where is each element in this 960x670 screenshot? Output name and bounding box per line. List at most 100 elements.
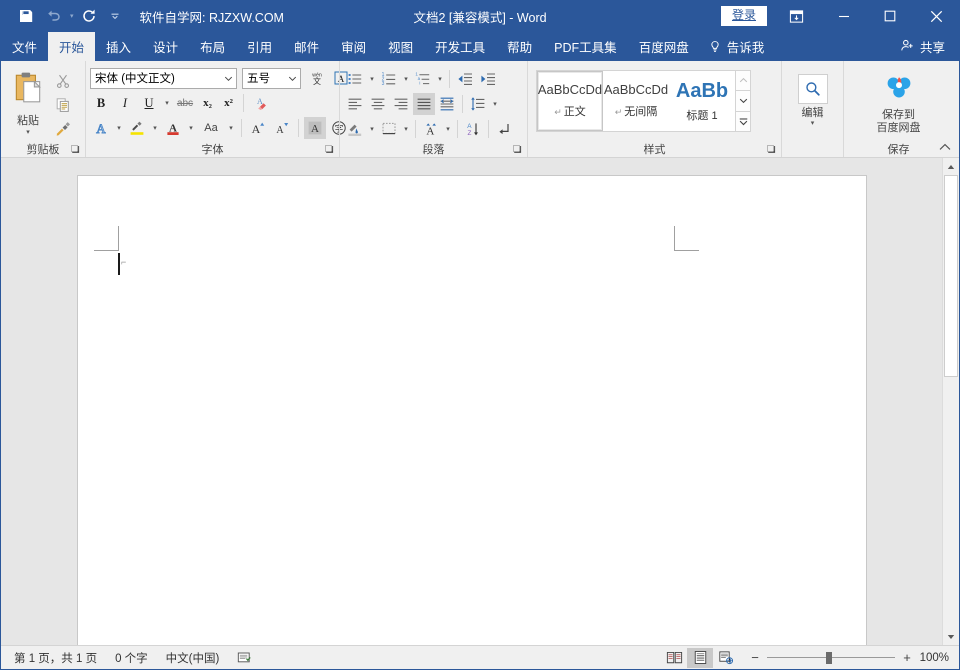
sort-button[interactable]: AZ xyxy=(462,118,484,140)
paragraph-dialog-launcher-icon[interactable] xyxy=(512,144,523,155)
character-shading-button[interactable]: A xyxy=(304,117,326,139)
bullets-dropdown-icon[interactable]: ▾ xyxy=(367,76,377,83)
underline-dropdown-icon[interactable]: ▾ xyxy=(162,100,172,107)
chinese-layout-button[interactable]: A xyxy=(420,118,442,140)
close-button[interactable] xyxy=(913,0,959,32)
superscript-button[interactable]: x² xyxy=(219,92,238,114)
editing-dropdown-icon[interactable]: ▾ xyxy=(811,120,815,128)
multilevel-list-button[interactable]: 1ai xyxy=(412,68,434,90)
tell-me-box[interactable]: 告诉我 xyxy=(700,32,776,61)
tab-help[interactable]: 帮助 xyxy=(496,32,543,61)
styles-dialog-launcher-icon[interactable] xyxy=(766,144,777,155)
language-indicator[interactable]: 中文(中国) xyxy=(157,647,229,669)
maximize-button[interactable] xyxy=(867,0,913,32)
tab-insert[interactable]: 插入 xyxy=(95,32,142,61)
scroll-down-button[interactable] xyxy=(943,628,959,645)
shading-button[interactable] xyxy=(344,118,366,140)
customize-qat-icon[interactable] xyxy=(104,4,126,28)
style-item-heading-1[interactable]: AaBb 标题 1 xyxy=(669,71,735,131)
save-icon[interactable] xyxy=(13,4,39,28)
page-indicator[interactable]: 第 1 页，共 1 页 xyxy=(5,647,106,669)
tab-layout[interactable]: 布局 xyxy=(189,32,236,61)
print-layout-view-button[interactable] xyxy=(687,648,713,668)
clipboard-dialog-launcher-icon[interactable] xyxy=(70,144,81,155)
change-case-button[interactable]: Aa xyxy=(198,117,224,139)
chinese-layout-dropdown-icon[interactable]: ▾ xyxy=(443,126,453,133)
tab-developer[interactable]: 开发工具 xyxy=(424,32,496,61)
zoom-slider[interactable] xyxy=(767,652,895,664)
bullets-button[interactable] xyxy=(344,68,366,90)
editing-button[interactable]: 编辑 ▾ xyxy=(792,70,834,128)
strikethrough-button[interactable]: abc xyxy=(174,92,196,114)
format-painter-button[interactable] xyxy=(51,118,75,140)
numbering-button[interactable]: 123 xyxy=(378,68,400,90)
text-effects-button[interactable]: A xyxy=(90,117,112,139)
zoom-level-label[interactable]: 100% xyxy=(913,652,955,664)
align-center-button[interactable] xyxy=(367,93,389,115)
vertical-scroll-thumb[interactable] xyxy=(944,175,958,377)
cut-button[interactable] xyxy=(51,70,75,92)
zoom-in-button[interactable]: + xyxy=(901,650,913,665)
font-color-dropdown-icon[interactable]: ▾ xyxy=(186,125,196,132)
styles-scroll-up-button[interactable] xyxy=(736,71,750,91)
collapse-ribbon-button[interactable] xyxy=(937,140,953,154)
style-item-body[interactable]: AaBbCcDd ↵正文 xyxy=(537,71,603,131)
increase-indent-button[interactable] xyxy=(477,68,499,90)
tab-file[interactable]: 文件 xyxy=(1,32,48,61)
styles-scroll-down-button[interactable] xyxy=(736,91,750,111)
web-layout-view-button[interactable] xyxy=(713,648,739,668)
shading-dropdown-icon[interactable]: ▾ xyxy=(367,126,377,133)
tab-home[interactable]: 开始 xyxy=(48,32,95,61)
line-spacing-dropdown-icon[interactable]: ▾ xyxy=(490,101,500,108)
undo-icon[interactable] xyxy=(41,4,67,28)
zoom-out-button[interactable]: − xyxy=(749,650,761,665)
show-marks-button[interactable] xyxy=(493,118,515,140)
share-button[interactable]: 共享 xyxy=(889,32,959,61)
font-size-chevron-down-icon[interactable] xyxy=(284,69,300,88)
document-page[interactable] xyxy=(77,175,867,645)
redo-icon[interactable] xyxy=(76,4,102,28)
bold-button[interactable]: B xyxy=(90,92,112,114)
align-right-button[interactable] xyxy=(390,93,412,115)
tab-mailings[interactable]: 邮件 xyxy=(283,32,330,61)
shrink-font-button[interactable]: A xyxy=(271,117,293,139)
highlight-dropdown-icon[interactable]: ▾ xyxy=(150,125,160,132)
grow-font-button[interactable]: A xyxy=(247,117,269,139)
tab-baidu-netdisk[interactable]: 百度网盘 xyxy=(628,32,700,61)
minimize-button[interactable] xyxy=(821,0,867,32)
tab-view[interactable]: 视图 xyxy=(377,32,424,61)
decrease-indent-button[interactable] xyxy=(454,68,476,90)
styles-more-button[interactable] xyxy=(736,112,750,131)
font-size-combo[interactable]: 五号 xyxy=(242,68,301,89)
font-name-chevron-down-icon[interactable] xyxy=(220,69,236,88)
copy-button[interactable] xyxy=(51,94,75,116)
proofing-status-icon[interactable] xyxy=(228,647,261,669)
save-to-baidu-netdisk-button[interactable]: 保存到 百度网盘 xyxy=(871,69,927,135)
clear-formatting-button[interactable]: A xyxy=(249,92,271,114)
vertical-scrollbar[interactable] xyxy=(942,158,959,645)
tab-design[interactable]: 设计 xyxy=(142,32,189,61)
underline-button[interactable]: U xyxy=(138,92,160,114)
paste-dropdown-icon[interactable]: ▾ xyxy=(26,129,30,137)
line-spacing-button[interactable] xyxy=(467,93,489,115)
tab-review[interactable]: 审阅 xyxy=(330,32,377,61)
text-effects-dropdown-icon[interactable]: ▾ xyxy=(114,125,124,132)
numbering-dropdown-icon[interactable]: ▾ xyxy=(401,76,411,83)
highlight-color-button[interactable] xyxy=(126,117,148,139)
borders-dropdown-icon[interactable]: ▾ xyxy=(401,126,411,133)
paste-button[interactable]: 粘贴 ▾ xyxy=(5,68,51,140)
vertical-scroll-track[interactable] xyxy=(943,175,959,628)
read-mode-view-button[interactable] xyxy=(661,648,687,668)
font-color-button[interactable]: A xyxy=(162,117,184,139)
undo-dropdown-icon[interactable]: ▾ xyxy=(70,13,74,20)
distribute-button[interactable] xyxy=(436,93,458,115)
phonetic-guide-button[interactable]: wén文 xyxy=(306,67,328,89)
scroll-up-button[interactable] xyxy=(943,158,959,175)
font-name-combo[interactable]: 宋体 (中文正文) xyxy=(90,68,237,89)
font-dialog-launcher-icon[interactable] xyxy=(324,144,335,155)
italic-button[interactable]: I xyxy=(114,92,136,114)
sign-in-button[interactable]: 登录 xyxy=(721,6,767,26)
align-left-button[interactable] xyxy=(344,93,366,115)
change-case-dropdown-icon[interactable]: ▾ xyxy=(226,125,236,132)
tab-references[interactable]: 引用 xyxy=(236,32,283,61)
